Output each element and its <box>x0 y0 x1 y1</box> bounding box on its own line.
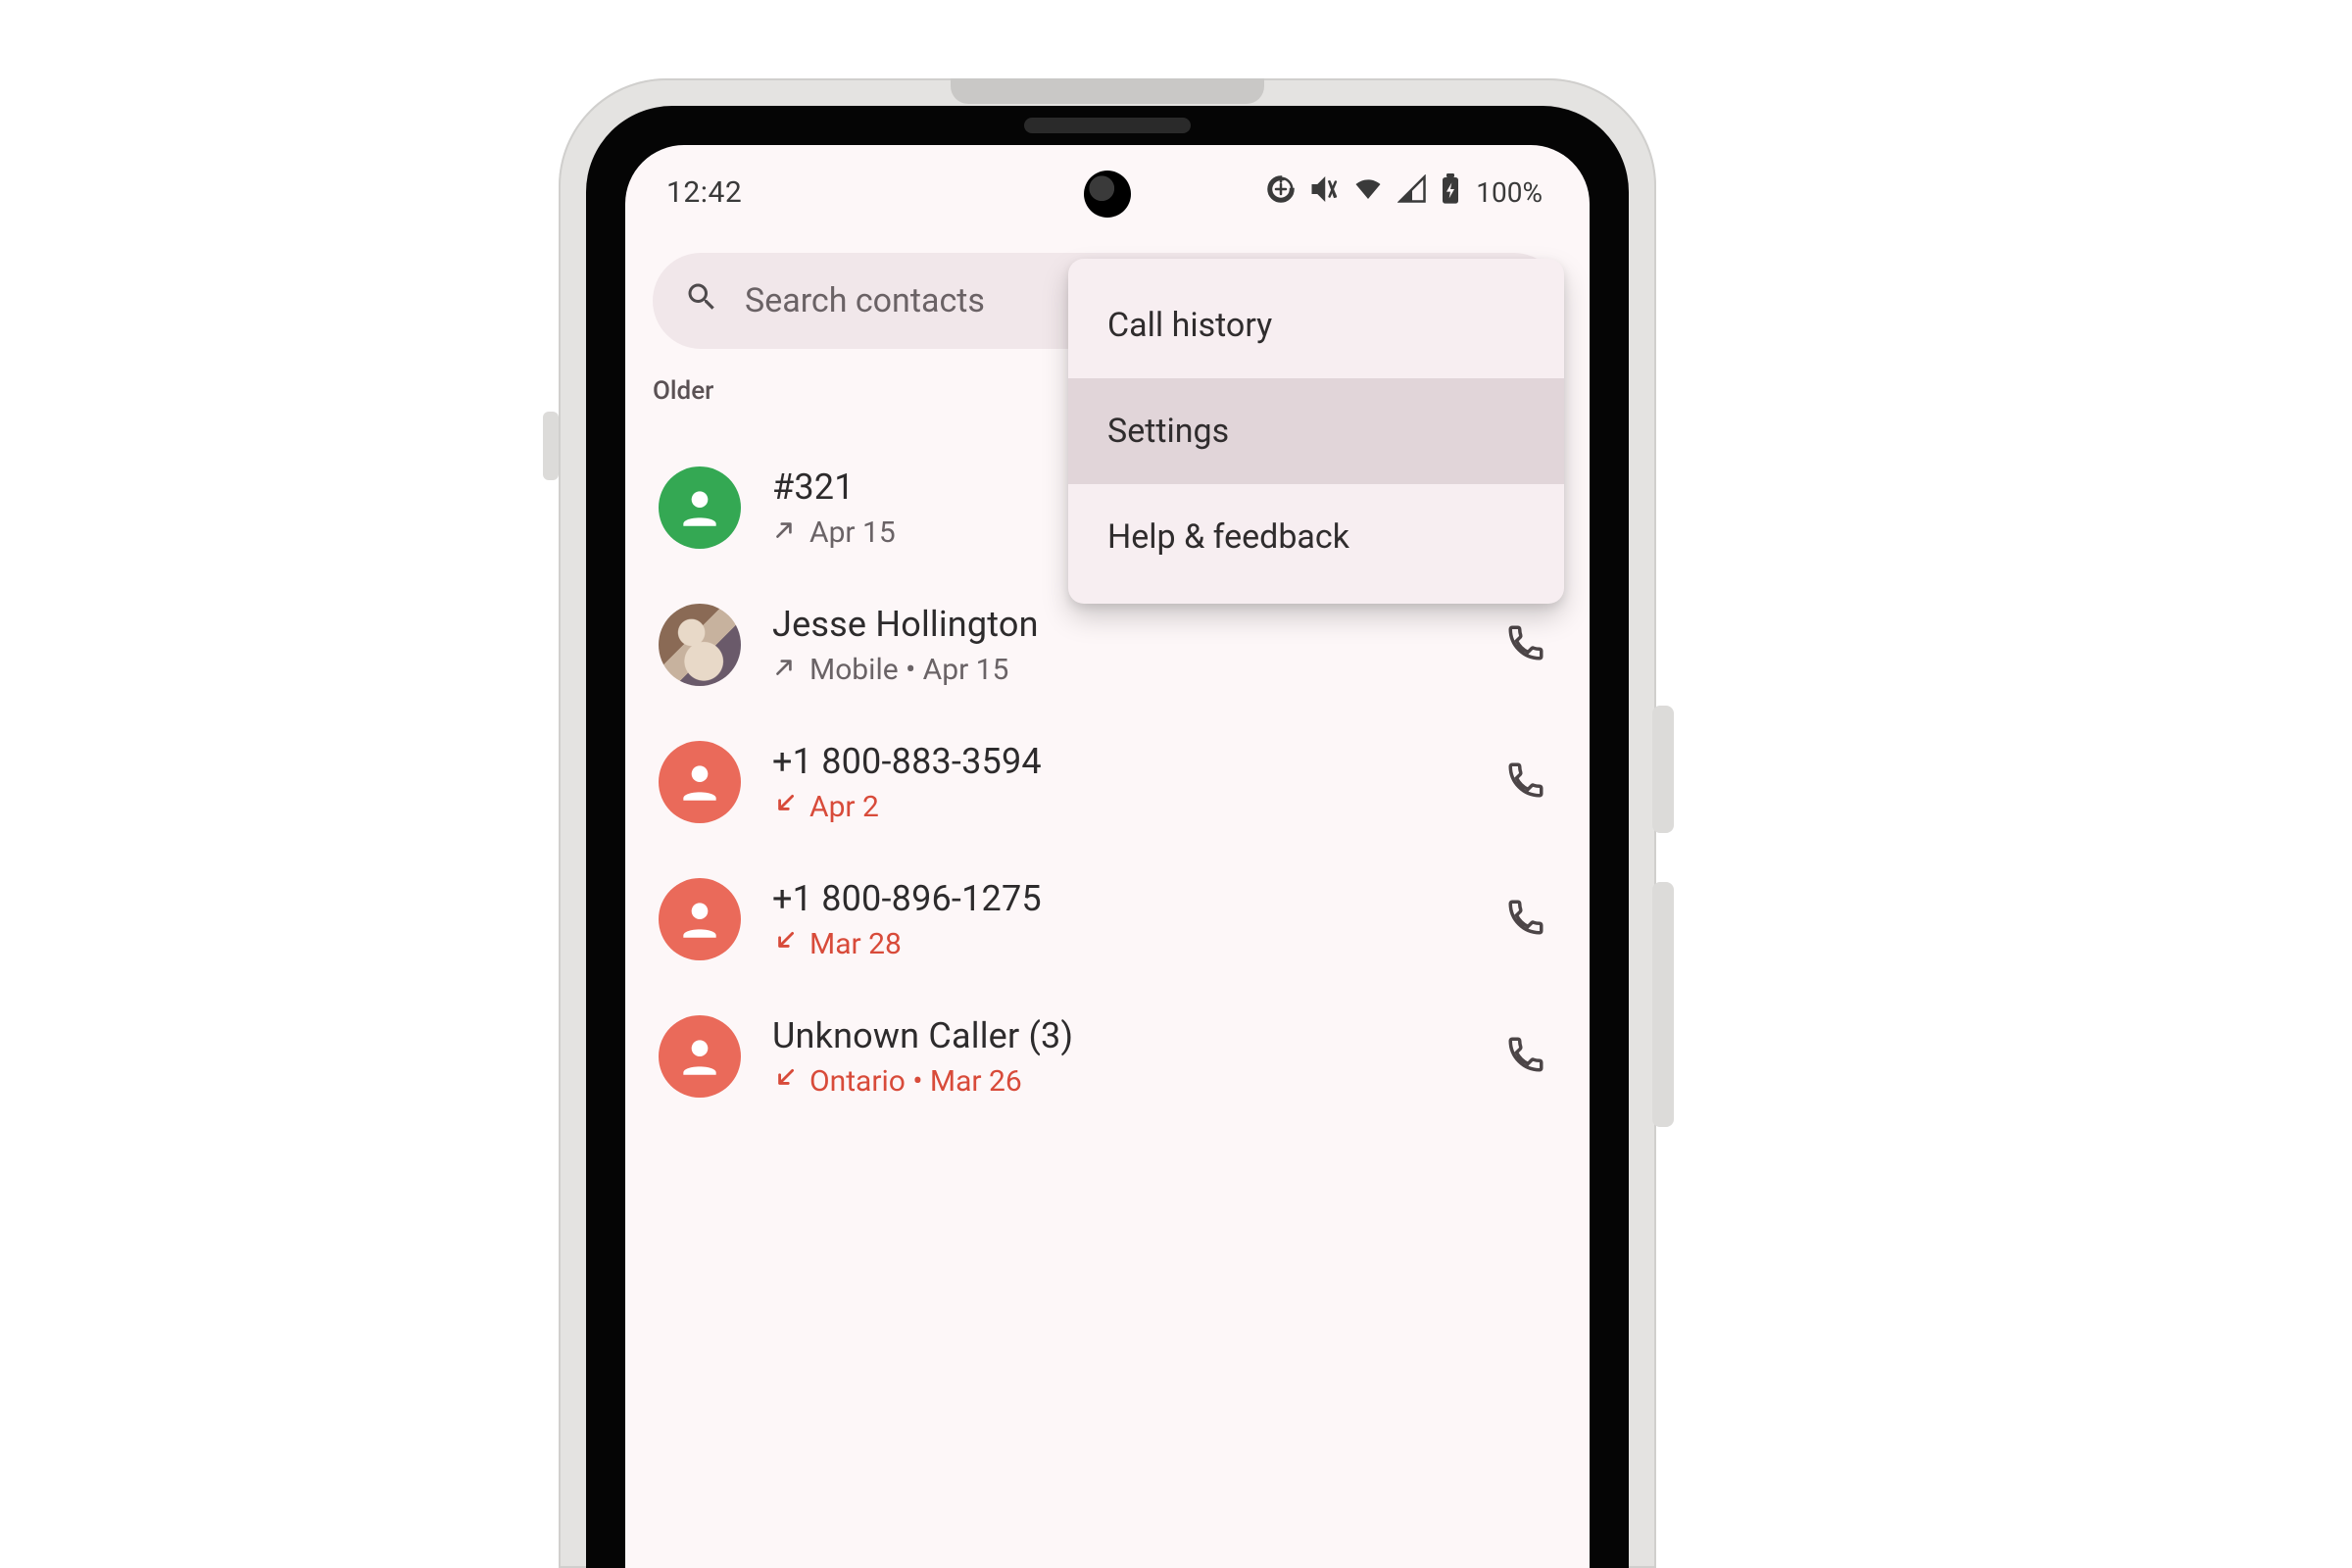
call-entry: Unknown Caller (3) Ontario • Mar 26 <box>772 1015 1474 1099</box>
call-title: +1 800-896-1275 <box>772 878 1474 919</box>
menu-item-call-history[interactable]: Call history <box>1068 272 1564 378</box>
call-button[interactable] <box>1505 897 1546 942</box>
menu-item-help-feedback[interactable]: Help & feedback <box>1068 484 1564 590</box>
outgoing-arrow-icon <box>772 653 798 687</box>
avatar <box>659 878 741 960</box>
search-placeholder: Search contacts <box>745 281 985 320</box>
call-row[interactable]: +1 800-883-3594 Apr 2 <box>625 713 1590 851</box>
phone-side-button <box>1652 882 1674 1127</box>
call-subtitle: Apr 2 <box>772 790 1474 824</box>
status-icons: 100% <box>1266 173 1543 212</box>
mute-icon <box>1309 174 1339 211</box>
avatar <box>659 604 741 686</box>
battery-percent: 100% <box>1476 176 1543 209</box>
screen: 12:42 <box>625 145 1590 1568</box>
missed-arrow-icon <box>772 927 798 961</box>
call-sub-text: Apr 2 <box>809 790 879 824</box>
call-title: Unknown Caller (3) <box>772 1015 1474 1056</box>
call-subtitle: Mar 28 <box>772 927 1474 961</box>
overflow-menu: Call history Settings Help & feedback <box>1068 259 1564 604</box>
avatar <box>659 466 741 549</box>
call-sub-text: Apr 15 <box>809 515 896 550</box>
call-row[interactable]: Unknown Caller (3) Ontario • Mar 26 <box>625 988 1590 1125</box>
battery-icon <box>1441 173 1460 212</box>
call-button[interactable] <box>1505 760 1546 805</box>
signal-icon <box>1397 174 1427 211</box>
phone-side-button <box>543 412 559 480</box>
call-sub-text: Ontario • Mar 26 <box>809 1064 1022 1099</box>
phone-side-button <box>1652 706 1674 833</box>
status-bar: 12:42 <box>625 145 1590 239</box>
call-subtitle: Mobile • Apr 15 <box>772 653 1474 687</box>
phone-notch <box>951 78 1264 104</box>
data-saver-icon <box>1266 174 1296 211</box>
call-sub-text: Mobile • Apr 15 <box>809 653 1008 687</box>
call-button[interactable] <box>1505 1034 1546 1079</box>
call-subtitle: Ontario • Mar 26 <box>772 1064 1474 1099</box>
search-icon <box>684 279 719 323</box>
status-time: 12:42 <box>666 175 742 210</box>
phone-earpiece <box>1024 118 1191 133</box>
outgoing-arrow-icon <box>772 515 798 550</box>
phone-bezel: 12:42 <box>586 106 1629 1568</box>
missed-arrow-icon <box>772 1064 798 1099</box>
missed-arrow-icon <box>772 790 798 824</box>
menu-item-settings[interactable]: Settings <box>1068 378 1564 484</box>
phone-frame: 12:42 <box>559 78 1656 1568</box>
avatar <box>659 1015 741 1098</box>
call-sub-text: Mar 28 <box>809 927 902 961</box>
wifi-icon <box>1352 174 1384 211</box>
call-title: +1 800-883-3594 <box>772 741 1474 782</box>
section-header-older: Older <box>653 376 713 406</box>
call-title: Jesse Hollington <box>772 604 1474 645</box>
call-button[interactable] <box>1505 622 1546 667</box>
call-entry: +1 800-883-3594 Apr 2 <box>772 741 1474 824</box>
call-row[interactable]: +1 800-896-1275 Mar 28 <box>625 851 1590 988</box>
avatar <box>659 741 741 823</box>
call-entry: Jesse Hollington Mobile • Apr 15 <box>772 604 1474 687</box>
call-entry: +1 800-896-1275 Mar 28 <box>772 878 1474 961</box>
